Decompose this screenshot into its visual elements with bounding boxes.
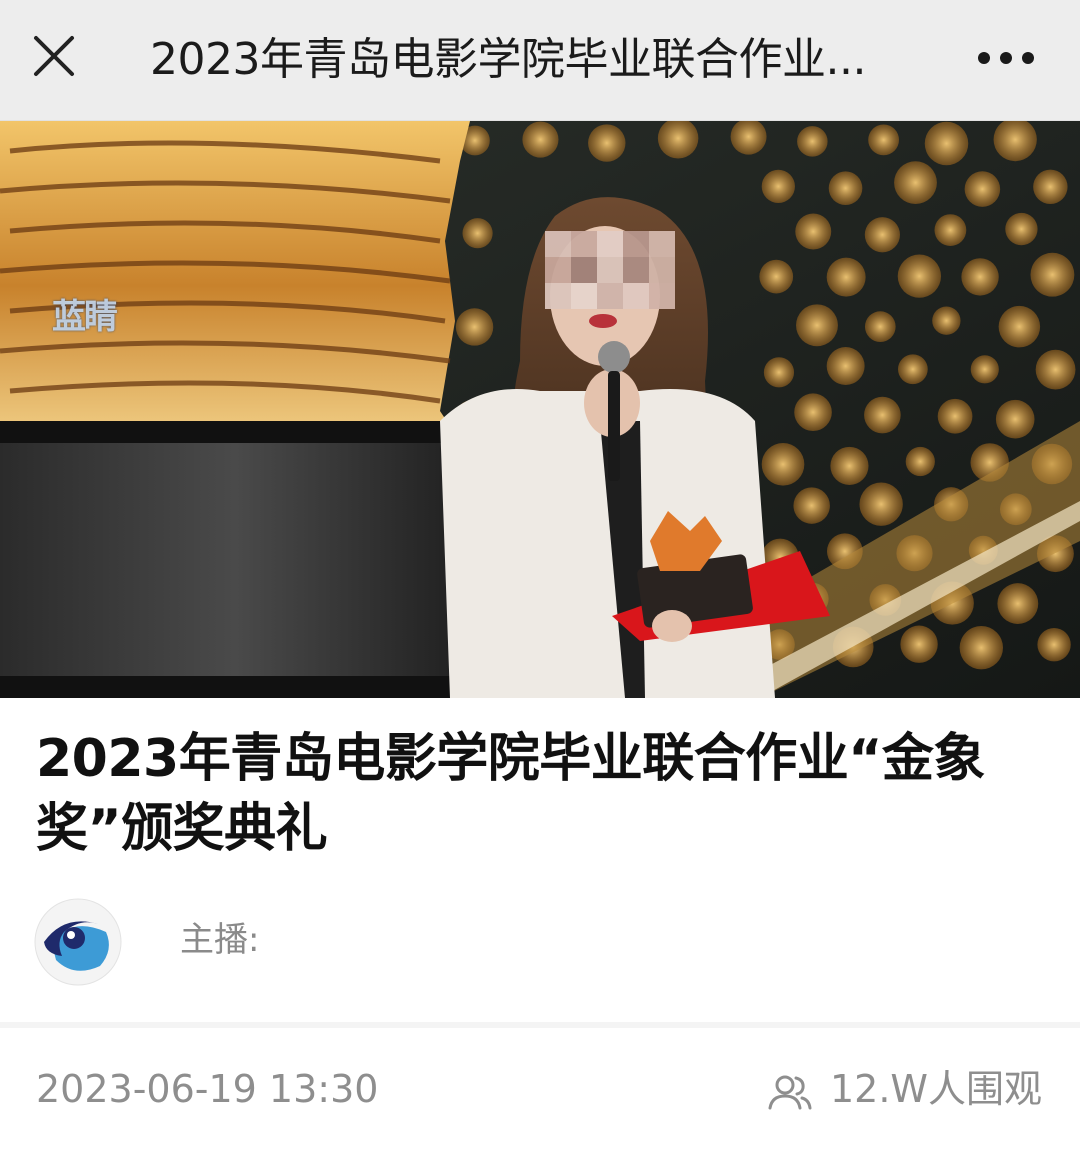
bokeh-light (900, 625, 938, 663)
bokeh-light (761, 442, 805, 486)
bokeh-light (868, 124, 900, 156)
bokeh-light (932, 306, 961, 335)
more-dots-icon (978, 52, 1034, 64)
bokeh-light (826, 257, 866, 297)
bokeh-light (797, 126, 828, 157)
bokeh-light (828, 171, 863, 205)
article-title: 2023年青岛电影学院毕业联合作业“金象奖”颁奖典礼 (36, 729, 985, 859)
bokeh-light (961, 258, 999, 296)
bokeh-light (998, 305, 1041, 348)
hero-image[interactable]: 蓝睛 (0, 121, 1080, 698)
bokeh-light (997, 583, 1039, 624)
bokeh-light (761, 169, 795, 204)
bokeh-light (794, 393, 832, 432)
bokeh-light (959, 625, 1004, 670)
bokeh-light (1035, 349, 1076, 390)
bokeh-light (864, 396, 901, 434)
bokeh-light (462, 218, 493, 249)
stage-photo (0, 121, 1080, 698)
bokeh-light (937, 398, 973, 434)
bokeh-light (1033, 169, 1068, 205)
bokeh-light (763, 357, 795, 388)
bokeh-light (924, 121, 969, 166)
eye-logo-avatar[interactable] (34, 898, 122, 986)
bokeh-light (864, 217, 900, 253)
bokeh-light (897, 254, 942, 298)
bokeh-light (894, 161, 937, 205)
bokeh-light (793, 487, 830, 524)
bokeh-light (830, 446, 869, 486)
bokeh-light (934, 214, 967, 247)
section-divider (0, 1022, 1080, 1028)
nav-title: 2023年青岛电影学院毕业联合作业... (150, 34, 866, 85)
article-page: 2023年青岛电影学院毕业联合作业... 蓝睛 2023年青岛电影学院毕业联合作… (0, 0, 1080, 1159)
bokeh-light (1005, 212, 1038, 246)
people-icon (768, 1075, 812, 1110)
bokeh-light (588, 124, 626, 162)
viewer-count: 12.W人围观 (830, 1067, 1043, 1111)
more-button[interactable] (966, 34, 1046, 82)
bokeh-light (1030, 252, 1075, 297)
bokeh-light (522, 121, 559, 158)
bokeh-light (826, 347, 865, 385)
bokeh-light (1037, 627, 1071, 662)
bokeh-light (795, 213, 832, 250)
bokeh-light (759, 259, 794, 294)
close-icon (34, 36, 74, 76)
host-label: 主播: (180, 920, 260, 960)
bokeh-light (859, 482, 903, 526)
bokeh-light (905, 446, 935, 477)
bokeh-light (970, 355, 999, 384)
top-nav-bar: 2023年青岛电影学院毕业联合作业... (0, 0, 1080, 121)
close-button[interactable] (22, 24, 86, 88)
bokeh-light (455, 308, 494, 346)
publish-date: 2023-06-19 13:30 (36, 1067, 379, 1111)
watermark-logo: 蓝睛 (52, 297, 118, 337)
bokeh-light (964, 171, 1001, 207)
bokeh-light (897, 354, 928, 385)
bokeh-light (796, 304, 838, 347)
bokeh-light (864, 311, 896, 342)
bokeh-light (995, 399, 1035, 439)
